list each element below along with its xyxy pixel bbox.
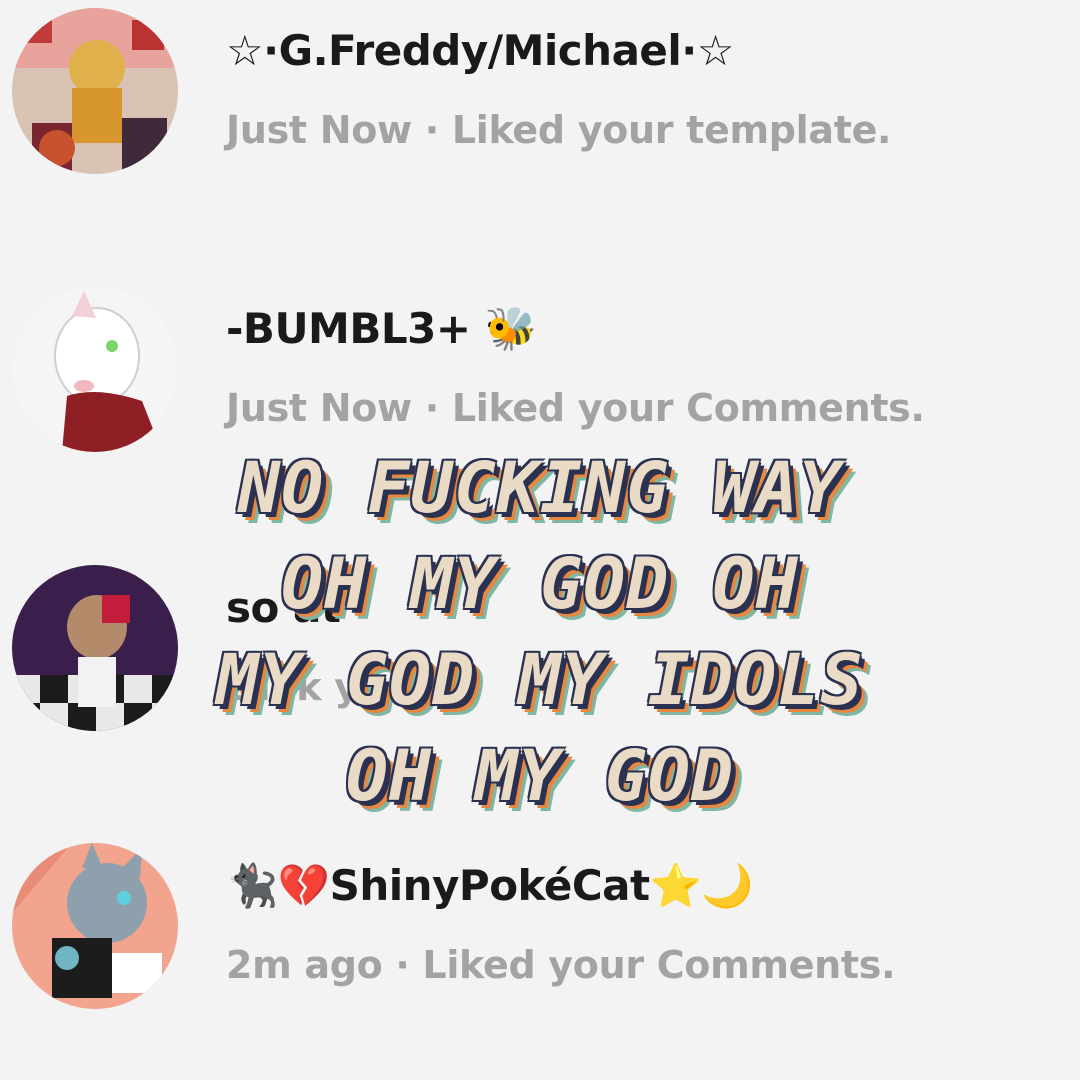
- avatar-white-cat-image: [12, 286, 178, 452]
- username[interactable]: ☆·G.Freddy/Michael·☆: [226, 26, 734, 75]
- caption-line: OH MY GOD OH: [281, 543, 799, 625]
- avatar[interactable]: [12, 286, 178, 452]
- username[interactable]: -BUMBL3+ 🐝: [226, 304, 537, 354]
- username[interactable]: 🐈‍⬛💔ShinyPokéCat⭐🌙: [226, 861, 754, 911]
- avatar-gray-cat-image: [12, 843, 178, 1009]
- caption-line: NO FUCKING WAY: [237, 447, 842, 529]
- caption-line: OH MY GOD: [345, 735, 735, 817]
- avatar[interactable]: [12, 843, 178, 1009]
- avatar-freddy-image: [12, 8, 178, 174]
- notification-meta: 2m ago · Liked your Comments.: [226, 943, 896, 987]
- overlay-caption: NO FUCKING WAY OH MY GOD OH MY GOD MY ID…: [0, 440, 1080, 824]
- notification-meta: Just Now · Liked your Comments.: [226, 386, 925, 430]
- notification-meta: Just Now · Liked your template.: [226, 108, 892, 152]
- notification-row[interactable]: ☆·G.Freddy/Michael·☆ Just Now · Liked yo…: [0, 8, 1080, 208]
- avatar[interactable]: [12, 8, 178, 174]
- caption-line: MY GOD MY IDOLS: [216, 639, 864, 721]
- notification-row[interactable]: 🐈‍⬛💔ShinyPokéCat⭐🌙 2m ago · Liked your C…: [0, 843, 1080, 1043]
